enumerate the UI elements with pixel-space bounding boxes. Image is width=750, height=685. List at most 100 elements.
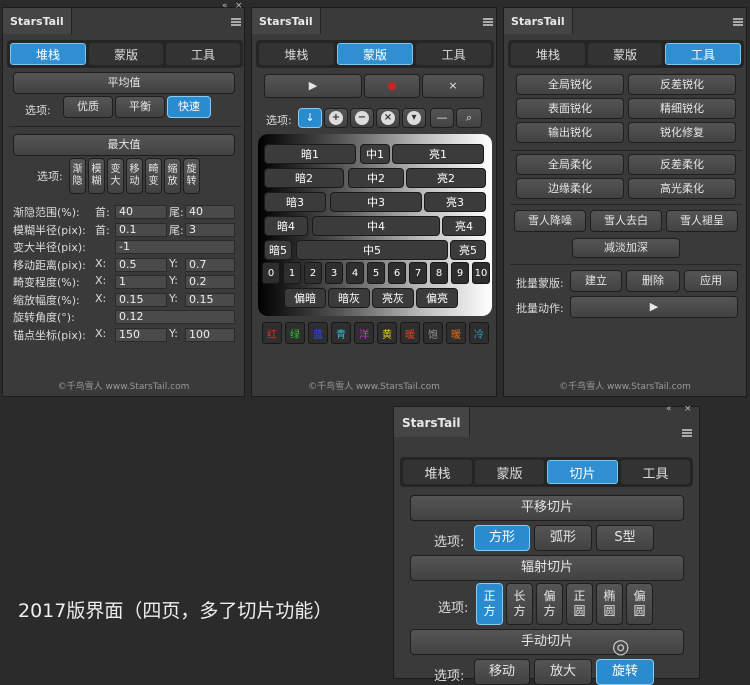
- close-icon[interactable]: ×: [235, 1, 243, 11]
- plus-icon-button[interactable]: +: [324, 108, 348, 128]
- tab-tools[interactable]: 工具: [416, 43, 492, 65]
- level-number-button[interactable]: 8: [430, 262, 448, 284]
- snow-tool-button[interactable]: 雪人褪呈: [666, 210, 738, 232]
- collapse-icon[interactable]: «: [666, 404, 672, 414]
- max-opt-button[interactable]: 移 动: [126, 158, 143, 194]
- param-field[interactable]: 3: [185, 222, 235, 237]
- color-button[interactable]: 饱: [423, 322, 443, 344]
- luminosity-cell[interactable]: 亮4: [442, 216, 486, 236]
- maximum-button[interactable]: 最大值: [13, 134, 235, 156]
- max-opt-button[interactable]: 渐 隐: [69, 158, 86, 194]
- param-field[interactable]: 40: [185, 205, 235, 219]
- search-icon[interactable]: ⌕: [456, 108, 482, 128]
- max-opt-button[interactable]: 模 糊: [88, 158, 105, 194]
- color-button[interactable]: 绿: [285, 322, 305, 344]
- tone-button[interactable]: 暗灰: [328, 288, 370, 308]
- opt-square[interactable]: 方形: [474, 525, 530, 551]
- tab-tools[interactable]: 工具: [166, 43, 240, 65]
- level-number-button[interactable]: 10: [472, 262, 490, 284]
- luminosity-cell[interactable]: 亮3: [424, 192, 486, 212]
- tab-tools[interactable]: 工具: [665, 43, 741, 65]
- opt-quality[interactable]: 优质: [63, 96, 113, 118]
- sharpen-button[interactable]: 全局锐化: [516, 74, 624, 95]
- opt-fast[interactable]: 快速: [167, 96, 211, 118]
- level-number-button[interactable]: 5: [367, 262, 385, 284]
- level-number-button[interactable]: 3: [325, 262, 343, 284]
- soften-button[interactable]: 全局柔化: [516, 154, 624, 175]
- tab-stack[interactable]: 堆栈: [10, 43, 86, 65]
- radial-opt-button[interactable]: 偏 圆: [626, 583, 653, 625]
- tab-mask[interactable]: 蒙版: [336, 43, 414, 65]
- radial-opt-button[interactable]: 椭 圆: [596, 583, 623, 625]
- opt-move[interactable]: 移动: [474, 659, 530, 685]
- luminosity-cell[interactable]: 暗5: [264, 240, 292, 260]
- tab-stack[interactable]: 堆栈: [511, 43, 585, 65]
- panel-menu-icon[interactable]: [483, 18, 493, 26]
- luminosity-cell[interactable]: 中5: [296, 240, 448, 260]
- luminosity-cell[interactable]: 亮2: [406, 168, 486, 188]
- color-button[interactable]: 红: [262, 322, 282, 344]
- batch-delete-button[interactable]: 删除: [626, 270, 680, 292]
- level-number-button[interactable]: 7: [409, 262, 427, 284]
- panel-menu-icon[interactable]: [231, 18, 241, 26]
- luminosity-cell[interactable]: 暗1: [264, 144, 356, 164]
- tab-mask[interactable]: 蒙版: [588, 43, 662, 65]
- dash-icon[interactable]: —: [430, 108, 454, 128]
- param-field[interactable]: 0.7: [185, 257, 235, 272]
- radial-opt-button[interactable]: 正 圆: [566, 583, 593, 625]
- luminosity-cell[interactable]: 暗3: [264, 192, 326, 212]
- tab-mask[interactable]: 蒙版: [475, 460, 544, 484]
- opt-rotate[interactable]: 旋转: [596, 659, 654, 685]
- batch-action-play-button[interactable]: ▶: [570, 296, 738, 318]
- tone-button[interactable]: 亮灰: [372, 288, 414, 308]
- panel-menu-icon[interactable]: [682, 429, 692, 437]
- batch-create-button[interactable]: 建立: [570, 270, 622, 292]
- max-opt-button[interactable]: 畸 变: [145, 158, 162, 194]
- sharpen-button[interactable]: 精细锐化: [628, 98, 736, 119]
- chevron-down-icon[interactable]: ▾: [402, 108, 426, 128]
- cross-icon-button[interactable]: ×: [376, 108, 400, 128]
- color-button[interactable]: 蓝: [308, 322, 328, 344]
- color-button[interactable]: 青: [331, 322, 351, 344]
- tab-slice[interactable]: 切片: [547, 460, 618, 484]
- move-slice-button[interactable]: 平移切片: [410, 495, 684, 521]
- opt-balance[interactable]: 平衡: [115, 96, 165, 118]
- tab-stack[interactable]: 堆栈: [403, 460, 472, 484]
- radial-slice-button[interactable]: 辐射切片: [410, 555, 684, 581]
- opt-zoom[interactable]: 放大: [534, 659, 592, 685]
- tab-mask[interactable]: 蒙版: [89, 43, 163, 65]
- color-button[interactable]: 黄: [377, 322, 397, 344]
- level-number-button[interactable]: 1: [283, 262, 301, 284]
- minus-icon-button[interactable]: −: [350, 108, 374, 128]
- luminosity-cell[interactable]: 中2: [348, 168, 404, 188]
- average-button[interactable]: 平均值: [13, 72, 235, 94]
- param-field[interactable]: -1: [115, 240, 235, 254]
- level-number-button[interactable]: 6: [388, 262, 406, 284]
- luminosity-cell[interactable]: 暗4: [264, 216, 308, 236]
- snow-tool-button[interactable]: 雪人去白: [590, 210, 662, 232]
- color-button[interactable]: 冷: [469, 322, 489, 344]
- luminosity-cell[interactable]: 中1: [360, 144, 390, 164]
- panel-menu-icon[interactable]: [733, 18, 743, 26]
- param-field[interactable]: 100: [185, 327, 235, 342]
- opt-s-shape[interactable]: S型: [596, 525, 654, 551]
- luminosity-cell[interactable]: 暗2: [264, 168, 344, 188]
- color-button[interactable]: 暖: [446, 322, 466, 344]
- max-opt-button[interactable]: 旋 转: [183, 158, 200, 194]
- close-icon[interactable]: ×: [684, 404, 692, 414]
- radial-opt-button[interactable]: 正 方: [476, 583, 503, 625]
- collapse-icon[interactable]: «: [222, 1, 228, 11]
- param-field[interactable]: 0.2: [185, 275, 235, 289]
- tab-stack[interactable]: 堆栈: [259, 43, 334, 65]
- max-opt-button[interactable]: 变 大: [107, 158, 124, 194]
- level-number-button[interactable]: 2: [304, 262, 322, 284]
- max-opt-button[interactable]: 缩 放: [164, 158, 181, 194]
- batch-apply-button[interactable]: 应用: [684, 270, 738, 292]
- opt-arc[interactable]: 弧形: [534, 525, 592, 551]
- radial-opt-button[interactable]: 偏 方: [536, 583, 563, 625]
- luminosity-cell[interactable]: 亮1: [392, 144, 484, 164]
- param-field[interactable]: 0.12: [115, 310, 235, 324]
- sharpen-button[interactable]: 输出锐化: [516, 122, 624, 143]
- radial-opt-button[interactable]: 长 方: [506, 583, 533, 625]
- tab-tools[interactable]: 工具: [621, 460, 690, 484]
